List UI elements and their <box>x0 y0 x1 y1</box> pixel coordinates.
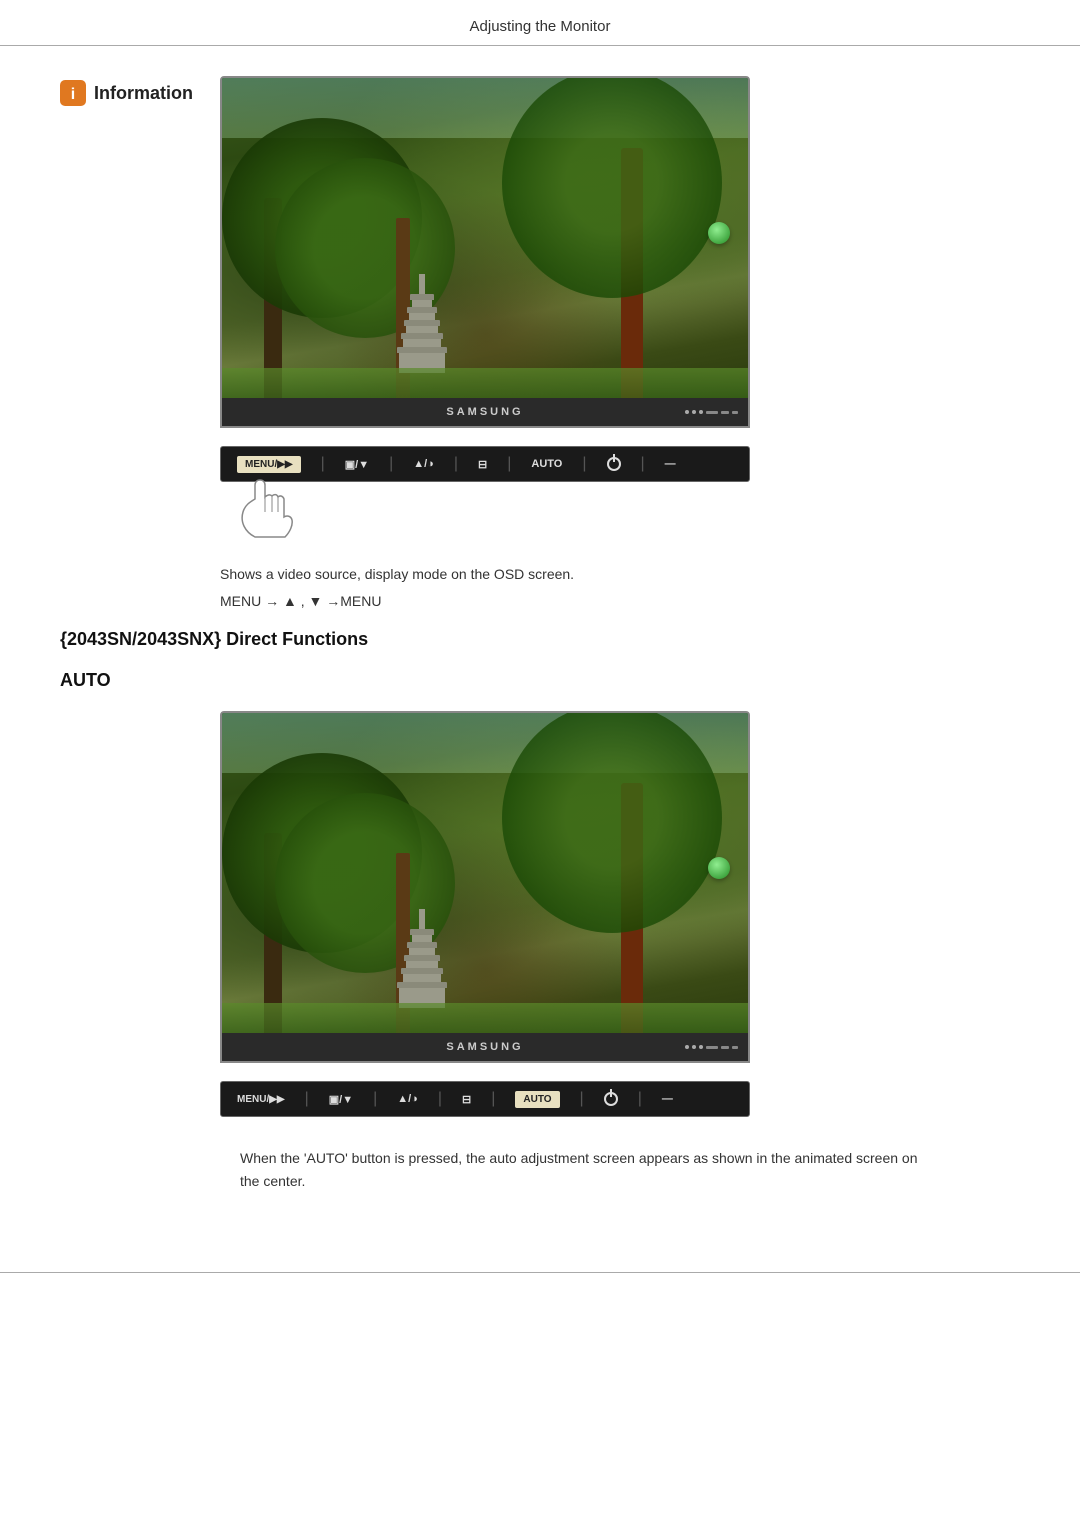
menu-path-text: MENU → ▲ , ▼ →MENU <box>220 593 1020 609</box>
auto-section: AUTO <box>60 670 1020 1192</box>
brightness-btn-2: ▲/◑ <box>397 1093 418 1105</box>
monitor-screen-display-2: SAMSUNG <box>220 711 750 1063</box>
direct-functions-heading: {2043SN/2043SNX} Direct Functions <box>60 629 1020 650</box>
source-btn-2: ▣/▼ <box>329 1093 353 1106</box>
settings-btn: ⊟ <box>478 458 487 471</box>
monitor-image-1: SAMSUNG <box>220 76 1020 428</box>
monitor-screen <box>222 78 748 398</box>
info-section: i Information <box>60 76 1020 609</box>
osd-bar-image-1: MENU/▶▶ | ▣/▼ | ▲/◑ | ⊟ | AUTO | | — <box>220 446 1020 547</box>
info-content: SAMSUNG MENU/▶▶ <box>220 76 1020 609</box>
description-block: Shows a video source, display mode on th… <box>220 563 1020 609</box>
auto-footer-text: When the 'AUTO' button is pressed, the a… <box>240 1147 940 1192</box>
osd-bar-image-2: MENU/▶▶ | ▣/▼ | ▲/◑ | ⊟ | AUTO | | — <box>220 1081 1020 1117</box>
power-btn-2 <box>604 1092 618 1106</box>
page-footer <box>0 1272 1080 1273</box>
menu-btn-2: MENU/▶▶ <box>237 1094 285 1105</box>
source-btn: ▣/▼ <box>345 458 369 471</box>
direct-functions-section: {2043SN/2043SNX} Direct Functions <box>60 629 1020 650</box>
auto-heading: AUTO <box>60 670 1020 691</box>
green-ball-2 <box>708 857 730 879</box>
page-header: Adjusting the Monitor <box>0 0 1080 46</box>
auto-images-block: SAMSUNG MENU/▶▶ <box>220 711 1020 1117</box>
power-icon-2 <box>604 1092 618 1106</box>
info-title: Information <box>94 83 193 104</box>
monitor-screen-display: SAMSUNG <box>220 76 750 428</box>
page-title: Adjusting the Monitor <box>470 18 611 35</box>
monitor-bottom-bar: SAMSUNG <box>222 398 748 426</box>
auto-footer-desc: When the 'AUTO' button is pressed, the a… <box>240 1147 940 1192</box>
auto-btn-2: AUTO <box>515 1091 559 1108</box>
power-btn <box>607 457 621 471</box>
finger-pointer-icon <box>230 472 310 542</box>
power-icon <box>607 457 621 471</box>
info-label-col: i Information <box>60 76 220 106</box>
monitor-screen-2 <box>222 713 748 1033</box>
description-text: Shows a video source, display mode on th… <box>220 563 1020 585</box>
information-icon: i <box>60 80 86 106</box>
dash-btn: — <box>665 458 676 470</box>
finger-annotation <box>220 472 1020 547</box>
auto-btn: AUTO <box>531 458 562 470</box>
monitor-brand-label: SAMSUNG <box>446 406 523 418</box>
menu-btn: MENU/▶▶ <box>237 456 301 473</box>
dash-btn-2: — <box>662 1093 673 1105</box>
monitor-bottom-bar-2: SAMSUNG <box>222 1033 748 1061</box>
brightness-btn: ▲/◑ <box>413 458 434 470</box>
monitor-brand-label-2: SAMSUNG <box>446 1041 523 1053</box>
svg-text:i: i <box>71 86 75 103</box>
osd-control-bar-2: MENU/▶▶ | ▣/▼ | ▲/◑ | ⊟ | AUTO | | — <box>220 1081 750 1117</box>
green-ball <box>708 222 730 244</box>
monitor-image-2: SAMSUNG <box>220 711 1020 1063</box>
settings-btn-2: ⊟ <box>462 1093 471 1106</box>
